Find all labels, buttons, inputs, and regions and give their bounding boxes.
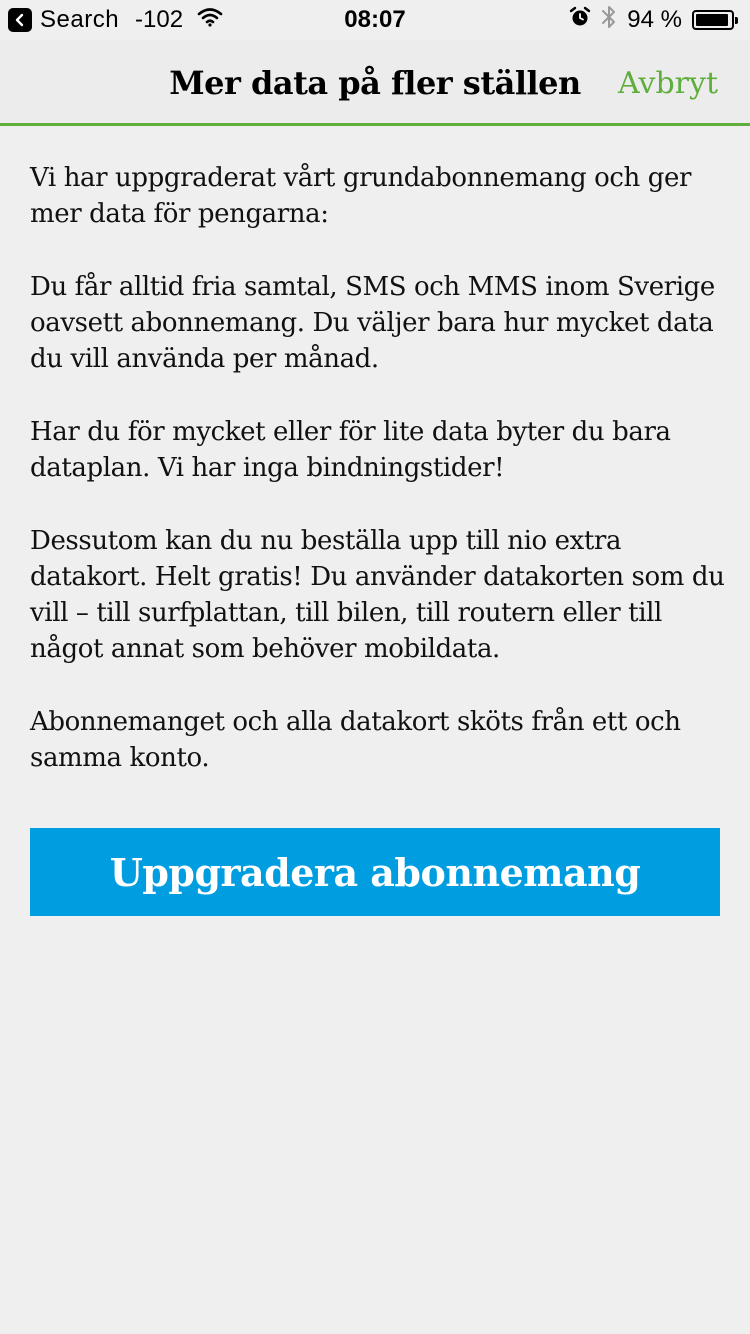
info-content: Vi har uppgraderat vårt grundabonnemang … [30,160,730,813]
navigation-bar: Mer data på fler ställen Avbryt [0,40,750,126]
battery-level-fill [696,14,728,26]
signal-strength-text: -102 [135,6,184,33]
battery-icon [692,10,738,30]
chevron-left-icon[interactable] [8,8,32,32]
cancel-button[interactable]: Avbryt [618,66,718,101]
status-left: Search -102 [8,6,223,34]
info-paragraph: Har du för mycket eller för lite data by… [30,417,671,483]
status-right: 94 % [559,4,740,37]
battery-percent-text: 94 % [627,6,682,33]
alarm-clock-icon [569,6,591,35]
back-to-app-link[interactable]: Search [40,6,119,34]
info-paragraph: Vi har uppgraderat vårt grundabonnemang … [30,163,692,229]
bluetooth-icon [601,4,617,37]
info-paragraph: Abonnemanget och alla datakort sköts frå… [30,707,681,773]
info-paragraph: Dessutom kan du nu beställa upp till nio… [30,526,725,664]
upgrade-subscription-button[interactable]: Uppgradera abonnemang [30,828,720,916]
status-bar: Search -102 08:07 94 % [0,0,750,40]
info-paragraph: Du får alltid fria samtal, SMS och MMS i… [30,272,715,374]
battery-tip [735,17,738,24]
wifi-icon [197,6,223,34]
